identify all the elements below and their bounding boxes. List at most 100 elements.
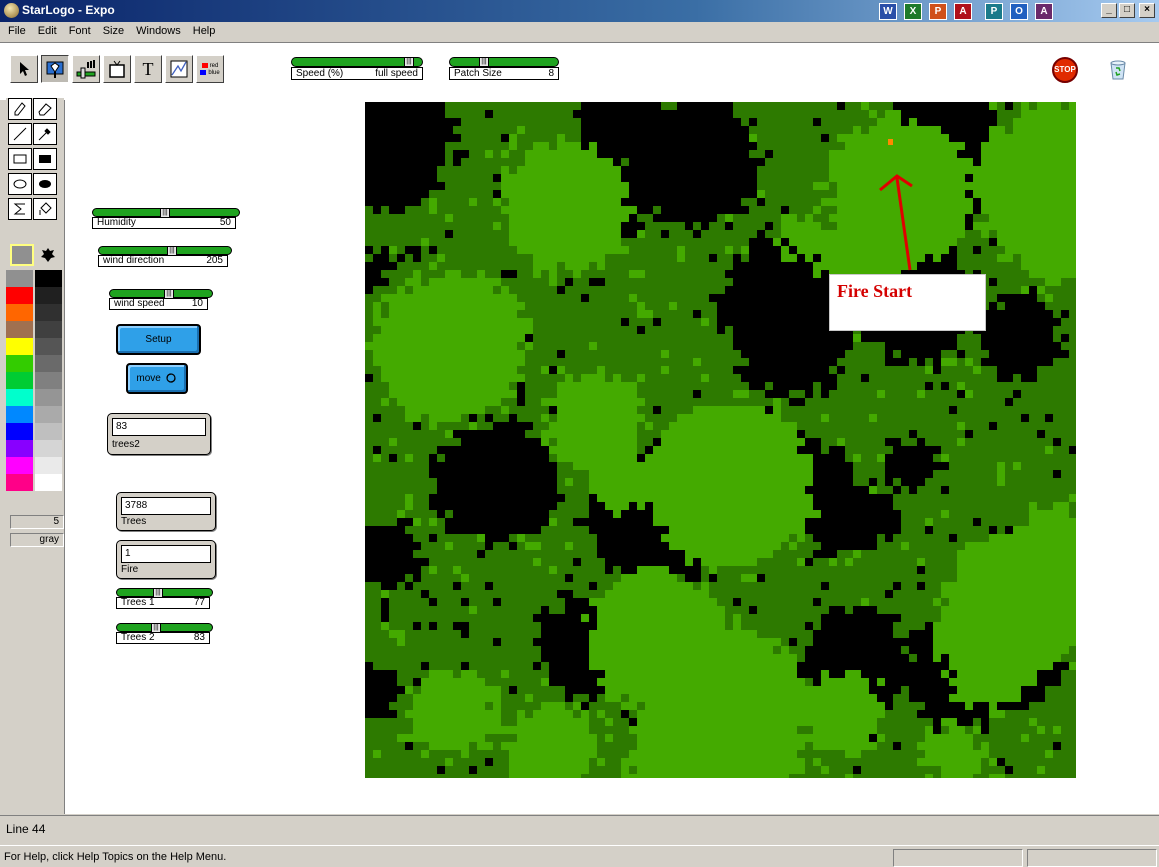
powerpoint-icon[interactable]: P: [929, 3, 947, 20]
color-swatch[interactable]: [6, 270, 33, 287]
color-swatch[interactable]: [35, 423, 62, 440]
color-key-blue-label: blue: [208, 69, 220, 76]
eraser-icon[interactable]: [33, 98, 57, 120]
recycle-bin-icon[interactable]: [1106, 57, 1130, 81]
trees1-slider-thumb[interactable]: |||: [153, 588, 163, 598]
patch-size-slider-track[interactable]: |||: [449, 57, 559, 67]
turtle-tool-button[interactable]: [41, 55, 69, 83]
title-bar[interactable]: StarLogo - Expo W X P A P O A _ □ ×: [0, 0, 1159, 22]
publisher-icon[interactable]: P: [985, 3, 1003, 20]
speed-slider[interactable]: ||| Speed (%) full speed: [291, 57, 423, 80]
wind-speed-slider[interactable]: ||| wind speed 10: [109, 289, 213, 310]
color-swatch[interactable]: [35, 287, 62, 304]
wind-speed-slider-thumb[interactable]: |||: [164, 289, 174, 299]
excel-icon[interactable]: X: [904, 3, 922, 20]
color-swatch[interactable]: [6, 372, 33, 389]
drawing-palette: 5 gray: [6, 98, 64, 813]
stop-button[interactable]: STOP: [1052, 57, 1078, 83]
menu-help[interactable]: Help: [187, 22, 222, 42]
trees2-slider[interactable]: ||| Trees 2 83: [116, 623, 213, 644]
color-swatch[interactable]: [6, 474, 33, 491]
color-swatch[interactable]: [35, 270, 62, 287]
access-icon[interactable]: A: [1035, 3, 1053, 20]
move-forever-button[interactable]: move: [126, 363, 188, 394]
select-tool-button[interactable]: [10, 55, 38, 83]
color-key-tool-button[interactable]: red blue: [196, 55, 224, 83]
slider-create-icon: [76, 60, 96, 79]
color-swatch[interactable]: [35, 321, 62, 338]
color-swatch[interactable]: [6, 338, 33, 355]
wind-direction-slider-track[interactable]: |||: [98, 246, 232, 256]
selected-patch-color[interactable]: [10, 244, 34, 266]
ellipse-outline-icon[interactable]: [8, 173, 32, 195]
color-swatch[interactable]: [35, 355, 62, 372]
menu-edit[interactable]: Edit: [32, 22, 63, 42]
setup-button[interactable]: Setup: [116, 324, 201, 355]
sigma-icon[interactable]: [8, 198, 32, 220]
menu-windows[interactable]: Windows: [130, 22, 187, 42]
wind-direction-slider-thumb[interactable]: |||: [167, 246, 177, 256]
slider-tool-button[interactable]: [72, 55, 100, 83]
color-swatch[interactable]: [35, 406, 62, 423]
color-swatch[interactable]: [35, 304, 62, 321]
color-swatch[interactable]: [35, 474, 62, 491]
line-icon[interactable]: [8, 123, 32, 145]
paint-bucket-icon[interactable]: [33, 198, 57, 220]
rectangle-outline-icon[interactable]: [8, 148, 32, 170]
color-swatch[interactable]: [6, 355, 33, 372]
trees2-label: Trees 2: [121, 632, 155, 643]
color-swatch[interactable]: [35, 440, 62, 457]
world-graphics-canvas[interactable]: [365, 102, 1076, 778]
color-swatch[interactable]: [6, 440, 33, 457]
monitor-tool-button[interactable]: [103, 55, 131, 83]
rectangle-filled-icon[interactable]: [33, 148, 57, 170]
trees1-slider[interactable]: ||| Trees 1 77: [116, 588, 213, 609]
humidity-slider-track[interactable]: |||: [92, 208, 240, 218]
humidity-slider-thumb[interactable]: |||: [160, 208, 170, 218]
color-swatch[interactable]: [35, 457, 62, 474]
ellipse-filled-icon[interactable]: [33, 173, 57, 195]
color-swatch[interactable]: [6, 423, 33, 440]
color-swatch[interactable]: [6, 406, 33, 423]
pencil-icon[interactable]: [8, 98, 32, 120]
wind-direction-slider-label: wind direction 205: [98, 255, 228, 267]
setup-label: Setup: [145, 334, 172, 345]
humidity-slider[interactable]: ||| Humidity 50: [92, 208, 240, 229]
color-swatch[interactable]: [6, 321, 33, 338]
color-swatch[interactable]: [6, 304, 33, 321]
maximize-button[interactable]: □: [1119, 3, 1135, 18]
forest-patch-grid: [365, 102, 1076, 778]
word-icon[interactable]: W: [879, 3, 897, 20]
trees2-slider-thumb[interactable]: |||: [151, 623, 161, 633]
color-swatch[interactable]: [6, 287, 33, 304]
patch-size-slider[interactable]: ||| Patch Size 8: [449, 57, 559, 80]
menu-file[interactable]: File: [2, 22, 32, 42]
line-number: Line 44: [6, 822, 46, 836]
menu-font[interactable]: Font: [63, 22, 97, 42]
minimize-button[interactable]: _: [1101, 3, 1117, 18]
move-label: move: [136, 373, 161, 384]
speed-slider-track[interactable]: |||: [291, 57, 423, 67]
color-swatch[interactable]: [35, 372, 62, 389]
color-swatch[interactable]: [6, 457, 33, 474]
wind-speed-slider-track[interactable]: |||: [109, 289, 213, 299]
text-tool-button[interactable]: T: [134, 55, 162, 83]
wind-direction-slider[interactable]: ||| wind direction 205: [98, 246, 232, 267]
arrow-cursor-icon: [20, 62, 29, 76]
trees1-slider-track[interactable]: |||: [116, 588, 213, 598]
toolbar: T red blue ||| Speed (%) full speed ||| …: [0, 42, 1159, 100]
patch-size-slider-thumb[interactable]: |||: [479, 57, 489, 67]
turtle-icon[interactable]: [39, 246, 57, 264]
speed-slider-thumb[interactable]: |||: [404, 57, 414, 67]
acrobat-icon[interactable]: A: [954, 3, 972, 20]
close-button[interactable]: ×: [1139, 3, 1155, 18]
color-swatch[interactable]: [6, 389, 33, 406]
eyedropper-icon[interactable]: [33, 123, 57, 145]
plot-tool-button[interactable]: [165, 55, 193, 83]
color-swatch[interactable]: [35, 389, 62, 406]
color-swatch[interactable]: [35, 338, 62, 355]
outlook-icon[interactable]: O: [1010, 3, 1028, 20]
trees2-slider-track[interactable]: |||: [116, 623, 213, 633]
menu-size[interactable]: Size: [97, 22, 130, 42]
window-title: StarLogo - Expo: [22, 3, 115, 17]
